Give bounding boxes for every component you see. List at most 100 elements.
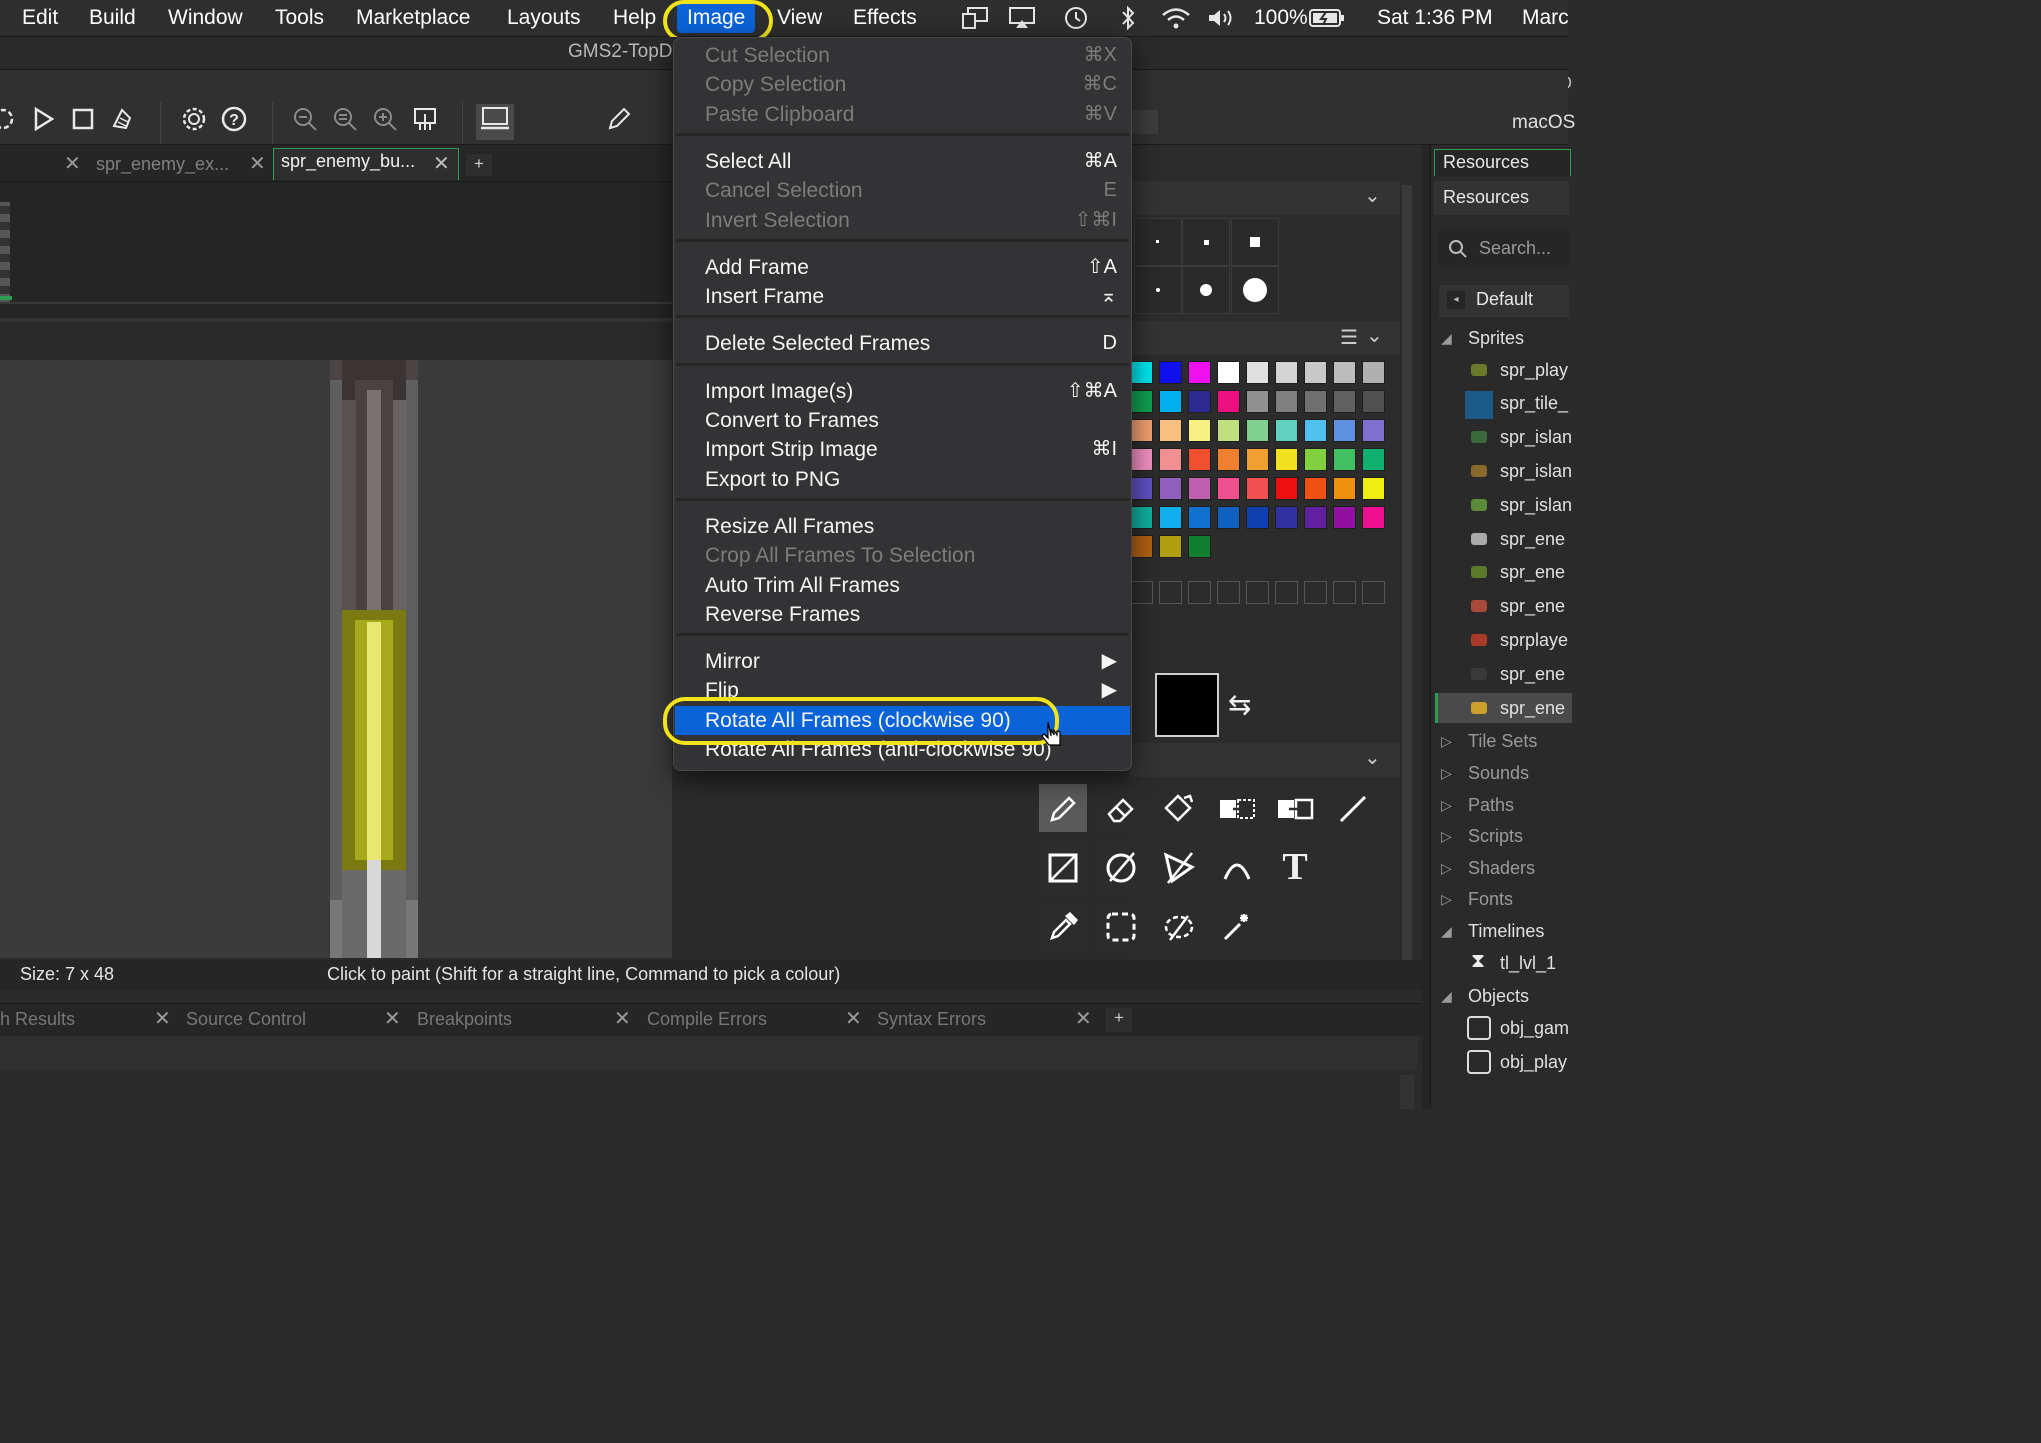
pencil-tool-icon[interactable] [1039, 784, 1087, 832]
palette-swatch[interactable] [1333, 477, 1356, 500]
wifi-icon[interactable] [1158, 0, 1194, 36]
palette-swatch[interactable] [1217, 477, 1240, 500]
palette-swatch[interactable] [1217, 361, 1240, 384]
empty-swatch[interactable] [1275, 581, 1298, 604]
menu-item-import-image-s[interactable]: Import Image(s) [705, 377, 853, 406]
palette-swatch[interactable] [1188, 390, 1211, 413]
close-tab-icon[interactable]: ✕ [64, 150, 81, 178]
line-tool-icon[interactable] [1329, 784, 1377, 832]
palette-swatch[interactable] [1217, 506, 1240, 529]
ellipse-tool-icon[interactable] [1097, 843, 1145, 891]
palette-swatch[interactable] [1304, 390, 1327, 413]
palette-swatch[interactable] [1333, 506, 1356, 529]
collapse-arrow-icon[interactable]: ◢ [1441, 918, 1452, 944]
resource-item[interactable]: spr_islan [1500, 492, 1572, 518]
user-name[interactable]: Marc [1522, 0, 1569, 36]
palette-swatch[interactable] [1130, 506, 1153, 529]
empty-swatch[interactable] [1304, 581, 1327, 604]
menu-edit[interactable]: Edit [22, 0, 58, 36]
palette-swatch[interactable] [1188, 419, 1211, 442]
brush-size-round-3[interactable] [1231, 266, 1279, 314]
menu-item-insert-frame[interactable]: Insert Frame [705, 282, 824, 311]
menu-item-convert-to-frames[interactable]: Convert to Frames [705, 406, 879, 435]
rectangle-select-tool-icon[interactable] [1097, 902, 1145, 950]
empty-swatch[interactable] [1188, 581, 1211, 604]
menu-window[interactable]: Window [168, 0, 243, 36]
palette-swatch[interactable] [1304, 477, 1327, 500]
menu-effects[interactable]: Effects [853, 0, 917, 36]
menu-item-flip[interactable]: Flip [705, 676, 739, 705]
resource-group-paths[interactable]: Paths [1468, 792, 1514, 818]
brush-size-2[interactable] [1182, 218, 1230, 266]
resource-item[interactable]: obj_gam [1500, 1015, 1569, 1041]
clock[interactable]: Sat 1:36 PM [1377, 0, 1493, 36]
palette-swatch[interactable] [1188, 477, 1211, 500]
settings-gear-icon[interactable] [177, 104, 211, 140]
resource-group-sounds[interactable]: Sounds [1468, 760, 1529, 786]
resource-group-tile-sets[interactable]: Tile Sets [1468, 728, 1537, 754]
menu-item-reverse-frames[interactable]: Reverse Frames [705, 600, 860, 629]
clean-brush-icon[interactable] [106, 104, 140, 140]
resource-item[interactable]: sprplaye [1500, 627, 1568, 653]
palette-swatch[interactable] [1333, 419, 1356, 442]
menu-item-auto-trim-all-frames[interactable]: Auto Trim All Frames [705, 571, 900, 600]
curve-tool-icon[interactable] [1213, 843, 1261, 891]
resource-item[interactable]: tl_lvl_1 [1500, 950, 1556, 976]
menu-item-mirror[interactable]: Mirror [705, 647, 760, 676]
menu-item-crop-all-frames-to-selection[interactable]: Crop All Frames To Selection [705, 541, 975, 570]
palette-swatch[interactable] [1159, 477, 1182, 500]
palette-swatch[interactable] [1130, 361, 1153, 384]
menu-view[interactable]: View [777, 0, 822, 36]
menu-item-cancel-selection[interactable]: Cancel Selection [705, 176, 863, 205]
palette-swatch[interactable] [1275, 506, 1298, 529]
menu-image[interactable]: Image [677, 3, 756, 33]
add-tab-button[interactable]: + [466, 154, 492, 176]
brush-size-1[interactable] [1134, 218, 1182, 266]
palette-swatch[interactable] [1159, 390, 1182, 413]
palette-swatch[interactable] [1333, 390, 1356, 413]
help-icon[interactable]: ? [217, 104, 251, 140]
menu-item-rotate-all-frames-anti-clockwise-90[interactable]: Rotate All Frames (anti-clockwise 90) [705, 735, 1052, 764]
collapse-arrow-icon[interactable]: ◢ [1441, 983, 1452, 1009]
palette-swatch[interactable] [1188, 448, 1211, 471]
palette-swatch[interactable] [1275, 361, 1298, 384]
magic-wand-tool-icon[interactable] [1213, 902, 1261, 950]
palette-swatch[interactable] [1159, 419, 1182, 442]
menu-item-invert-selection[interactable]: Invert Selection [705, 206, 850, 235]
active-tab[interactable]: spr_enemy_bu... ✕ [273, 148, 459, 180]
menu-lines-icon[interactable]: ☰ [1340, 325, 1358, 350]
target-dropdown[interactable] [1130, 110, 1158, 134]
chevron-down-icon[interactable]: ⌄ [1364, 745, 1381, 770]
resource-item[interactable]: spr_ene [1500, 593, 1565, 619]
resource-group-sprites[interactable]: Sprites [1468, 325, 1524, 351]
fill-bucket-tool-icon[interactable] [1155, 784, 1203, 832]
palette-swatch[interactable] [1130, 419, 1153, 442]
resource-item[interactable]: spr_islan [1500, 458, 1572, 484]
search-input[interactable]: Search... [1479, 238, 1551, 259]
close-tab-icon[interactable]: ✕ [249, 150, 266, 178]
menu-help[interactable]: Help [613, 0, 656, 36]
palette-swatch[interactable] [1333, 448, 1356, 471]
resource-item[interactable]: spr_tile_ [1500, 390, 1568, 416]
airplay-icon[interactable] [1006, 0, 1038, 36]
empty-swatch[interactable] [1362, 581, 1385, 604]
zoom-in-icon[interactable] [368, 104, 402, 140]
menu-item-delete-selected-frames[interactable]: Delete Selected Frames [705, 329, 930, 358]
battery-icon[interactable] [1307, 0, 1347, 36]
menu-item-resize-all-frames[interactable]: Resize All Frames [705, 512, 874, 541]
chevron-down-icon[interactable]: ⌄ [1366, 323, 1383, 348]
palette-swatch[interactable] [1159, 535, 1182, 558]
rectangle-tool-icon[interactable] [1039, 843, 1087, 891]
palette-swatch[interactable] [1246, 506, 1269, 529]
swap-colours-icon[interactable]: ⇆ [1228, 688, 1251, 721]
empty-swatch[interactable] [1130, 581, 1153, 604]
resource-group-shaders[interactable]: Shaders [1468, 855, 1535, 881]
palette-swatch[interactable] [1246, 361, 1269, 384]
close-tab-icon[interactable]: ✕ [154, 1006, 171, 1032]
tab-spr-enemy-ex[interactable]: spr_enemy_ex... [96, 150, 229, 178]
sprite-bullet-image[interactable] [330, 360, 418, 958]
menu-item-add-frame[interactable]: Add Frame [705, 253, 809, 282]
resource-group-fonts[interactable]: Fonts [1468, 886, 1513, 912]
expand-arrow-icon[interactable]: ▷ [1441, 855, 1452, 881]
add-output-tab-button[interactable]: + [1106, 1008, 1132, 1032]
